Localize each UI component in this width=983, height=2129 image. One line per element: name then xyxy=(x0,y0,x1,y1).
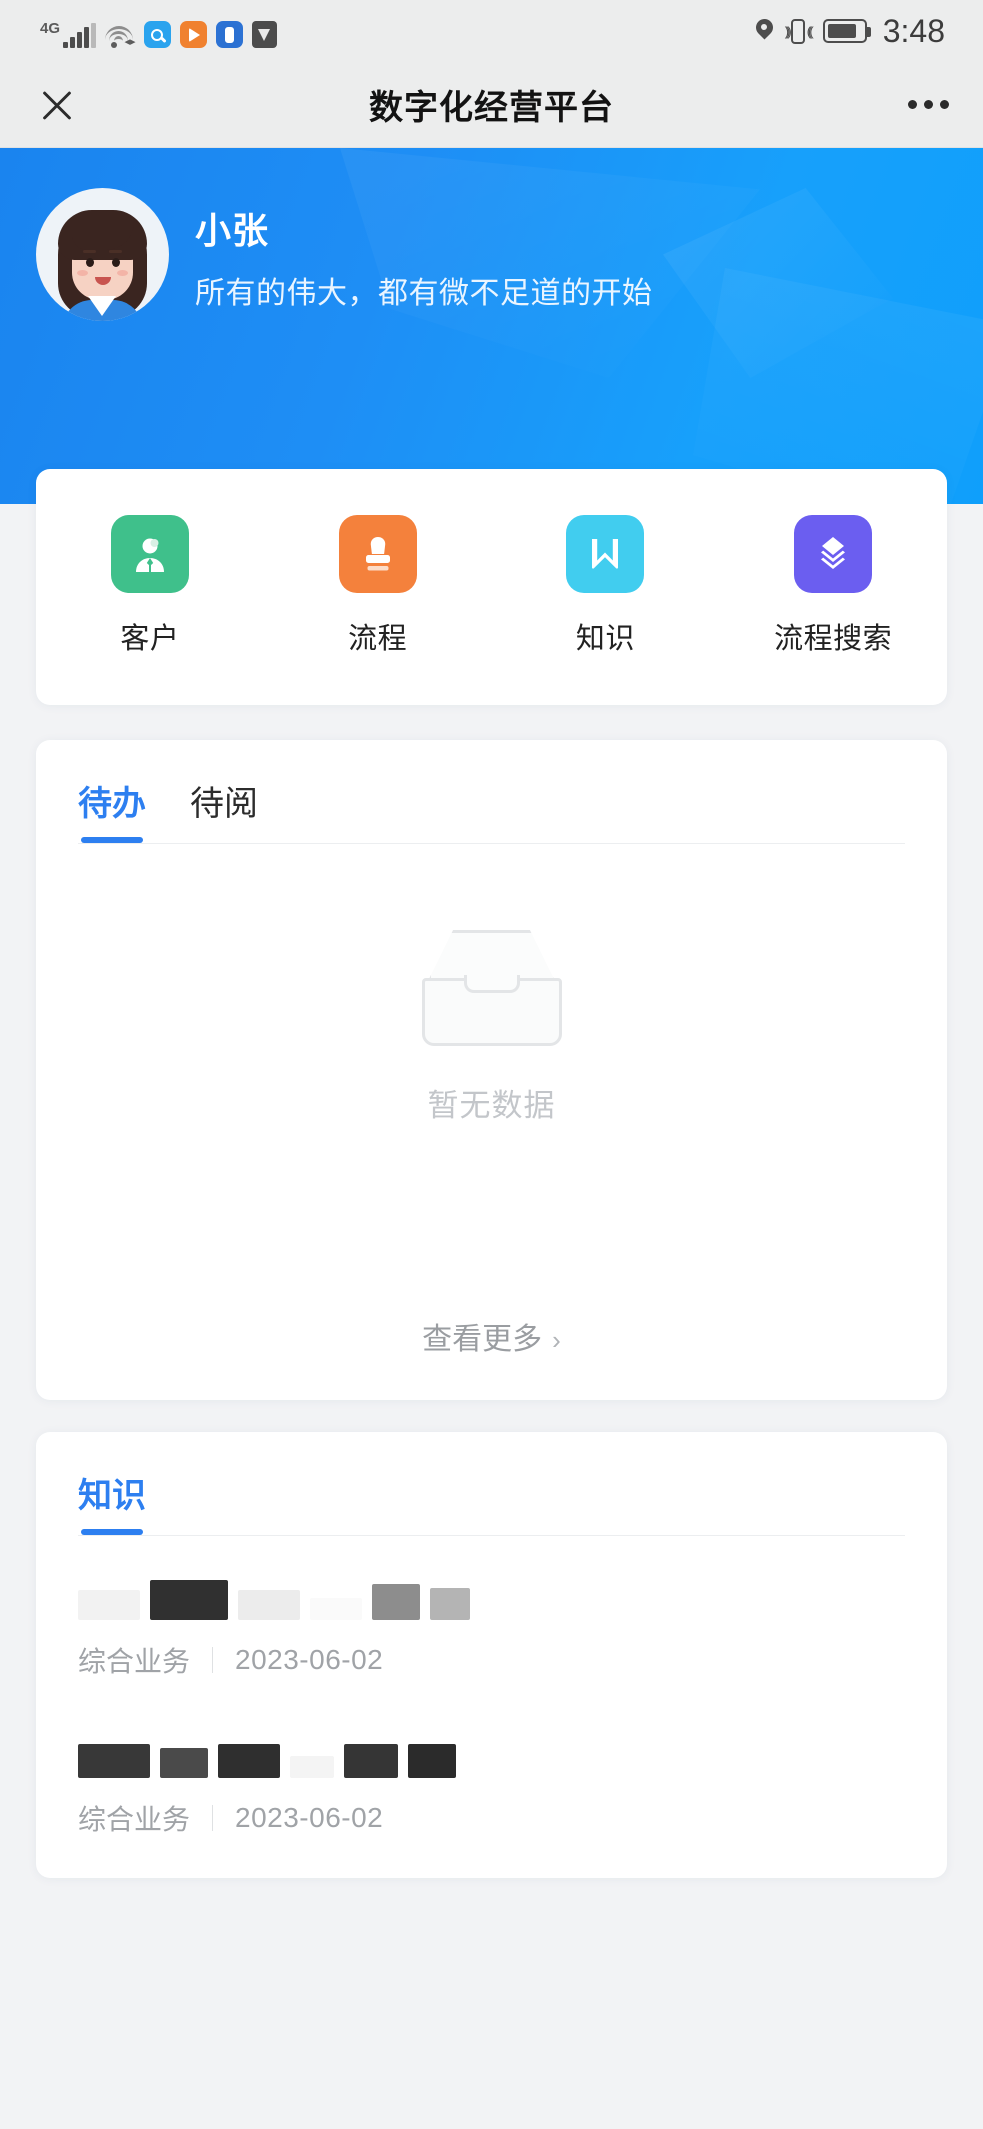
location-pin-icon xyxy=(756,19,773,43)
redacted-title xyxy=(78,1736,905,1778)
umbrella-app-icon xyxy=(251,21,277,48)
empty-state-text: 暂无数据 xyxy=(427,1088,556,1123)
knowledge-tabs: 知识 xyxy=(36,1468,947,1535)
list-item[interactable]: 综合业务 2023-06-02 xyxy=(78,1562,905,1680)
meta-divider xyxy=(212,1647,214,1673)
knowledge-card: 知识 综合业务 2023-06-02 综合业务 2023-06-02 xyxy=(36,1432,947,1878)
app-screen: 4G ◂▸ ↑ )))((( 3:48 数字化经营平台 小张 所有的伟大，都有微… xyxy=(0,0,983,2129)
profile-text: 小张 所有的伟大，都有微不足道的开始 xyxy=(195,198,653,312)
user-slogan: 所有的伟大，都有微不足道的开始 xyxy=(195,276,653,310)
quick-action-process[interactable]: 流程 xyxy=(264,515,492,657)
transfer-app-icon: ↑ xyxy=(215,21,243,48)
tab-knowledge[interactable]: 知识 xyxy=(78,1468,146,1535)
empty-tray-icon xyxy=(405,930,578,1056)
todo-card: 待办 待阅 暂无数据 查看更多 › xyxy=(36,740,947,1400)
knowledge-section: 知识 综合业务 2023-06-02 综合业务 2023-06-02 xyxy=(0,1432,983,1878)
redaction-block xyxy=(150,1580,228,1620)
redaction-block xyxy=(160,1748,208,1778)
close-icon[interactable] xyxy=(34,82,80,128)
knowledge-date: 2023-06-02 xyxy=(235,1644,384,1675)
navigation-bar: 数字化经营平台 xyxy=(0,62,983,148)
process-stamp-icon xyxy=(338,515,417,593)
view-more-button[interactable]: 查看更多 › xyxy=(36,1314,947,1358)
quick-actions-section: 客户 流程 知识 流程搜索 xyxy=(0,469,983,705)
knowledge-item-meta: 综合业务 2023-06-02 xyxy=(78,1798,905,1838)
more-options-icon[interactable] xyxy=(908,100,949,109)
knowledge-list: 综合业务 2023-06-02 综合业务 2023-06-02 xyxy=(36,1536,947,1878)
battery-icon xyxy=(822,19,871,43)
quick-action-knowledge[interactable]: 知识 xyxy=(492,515,720,657)
cellular-signal-group: 4G xyxy=(40,21,96,48)
redaction-block xyxy=(310,1598,362,1620)
tab-toread[interactable]: 待阅 xyxy=(190,776,258,843)
status-bar-right: )))((( 3:48 xyxy=(756,15,945,47)
signal-bars-icon xyxy=(63,23,96,48)
quick-action-label: 流程 xyxy=(348,623,408,655)
status-bar-left: 4G ◂▸ ↑ xyxy=(40,14,277,48)
tab-todo[interactable]: 待办 xyxy=(78,776,146,843)
quick-actions-grid: 客户 流程 知识 流程搜索 xyxy=(36,515,947,657)
knowledge-category: 综合业务 xyxy=(78,1646,191,1677)
quick-action-label: 客户 xyxy=(120,623,180,655)
avatar[interactable] xyxy=(36,188,169,321)
profile-block[interactable]: 小张 所有的伟大，都有微不足道的开始 xyxy=(36,188,653,321)
view-more-label: 查看更多 xyxy=(422,1323,543,1356)
status-bar: 4G ◂▸ ↑ )))((( 3:48 xyxy=(0,0,983,62)
quick-action-label: 流程搜索 xyxy=(774,623,893,655)
media-player-app-icon xyxy=(179,21,207,48)
list-item[interactable]: 综合业务 2023-06-02 xyxy=(78,1720,905,1838)
quick-actions-card: 客户 流程 知识 流程搜索 xyxy=(36,469,947,705)
quick-action-process-search[interactable]: 流程搜索 xyxy=(719,515,947,657)
redaction-block xyxy=(408,1744,456,1778)
meta-divider xyxy=(212,1805,214,1831)
profile-banner: 小张 所有的伟大，都有微不足道的开始 xyxy=(0,148,983,504)
customer-icon xyxy=(110,515,189,593)
redaction-block xyxy=(238,1590,300,1620)
redaction-block xyxy=(218,1744,280,1778)
knowledge-category: 综合业务 xyxy=(78,1804,191,1835)
user-name: 小张 xyxy=(195,209,270,251)
knowledge-item-meta: 综合业务 2023-06-02 xyxy=(78,1640,905,1680)
vibrate-mode-icon: )))((( xyxy=(785,18,814,44)
quick-action-label: 知识 xyxy=(575,623,635,655)
knowledge-date: 2023-06-02 xyxy=(235,1802,384,1833)
network-type-label: 4G xyxy=(40,20,61,37)
status-bar-clock: 3:48 xyxy=(882,13,945,49)
redaction-block xyxy=(372,1584,420,1620)
wifi-icon: ◂▸ xyxy=(104,23,136,48)
chevron-right-icon: › xyxy=(552,1325,561,1355)
redaction-block xyxy=(78,1744,150,1778)
redaction-block xyxy=(78,1590,140,1620)
redaction-block xyxy=(430,1588,470,1620)
todo-tabs: 待办 待阅 xyxy=(36,776,947,843)
todo-section: 待办 待阅 暂无数据 查看更多 › xyxy=(0,740,983,1400)
empty-state: 暂无数据 xyxy=(36,930,947,1125)
quick-action-customer[interactable]: 客户 xyxy=(36,515,264,657)
knowledge-w-icon xyxy=(566,515,645,593)
process-search-layers-icon xyxy=(794,515,873,593)
tabs-divider xyxy=(78,843,905,844)
redacted-title xyxy=(78,1578,905,1620)
page-title: 数字化经营平台 xyxy=(369,89,614,127)
redaction-block xyxy=(344,1744,398,1778)
redaction-block xyxy=(290,1756,334,1778)
search-app-icon xyxy=(143,21,171,48)
